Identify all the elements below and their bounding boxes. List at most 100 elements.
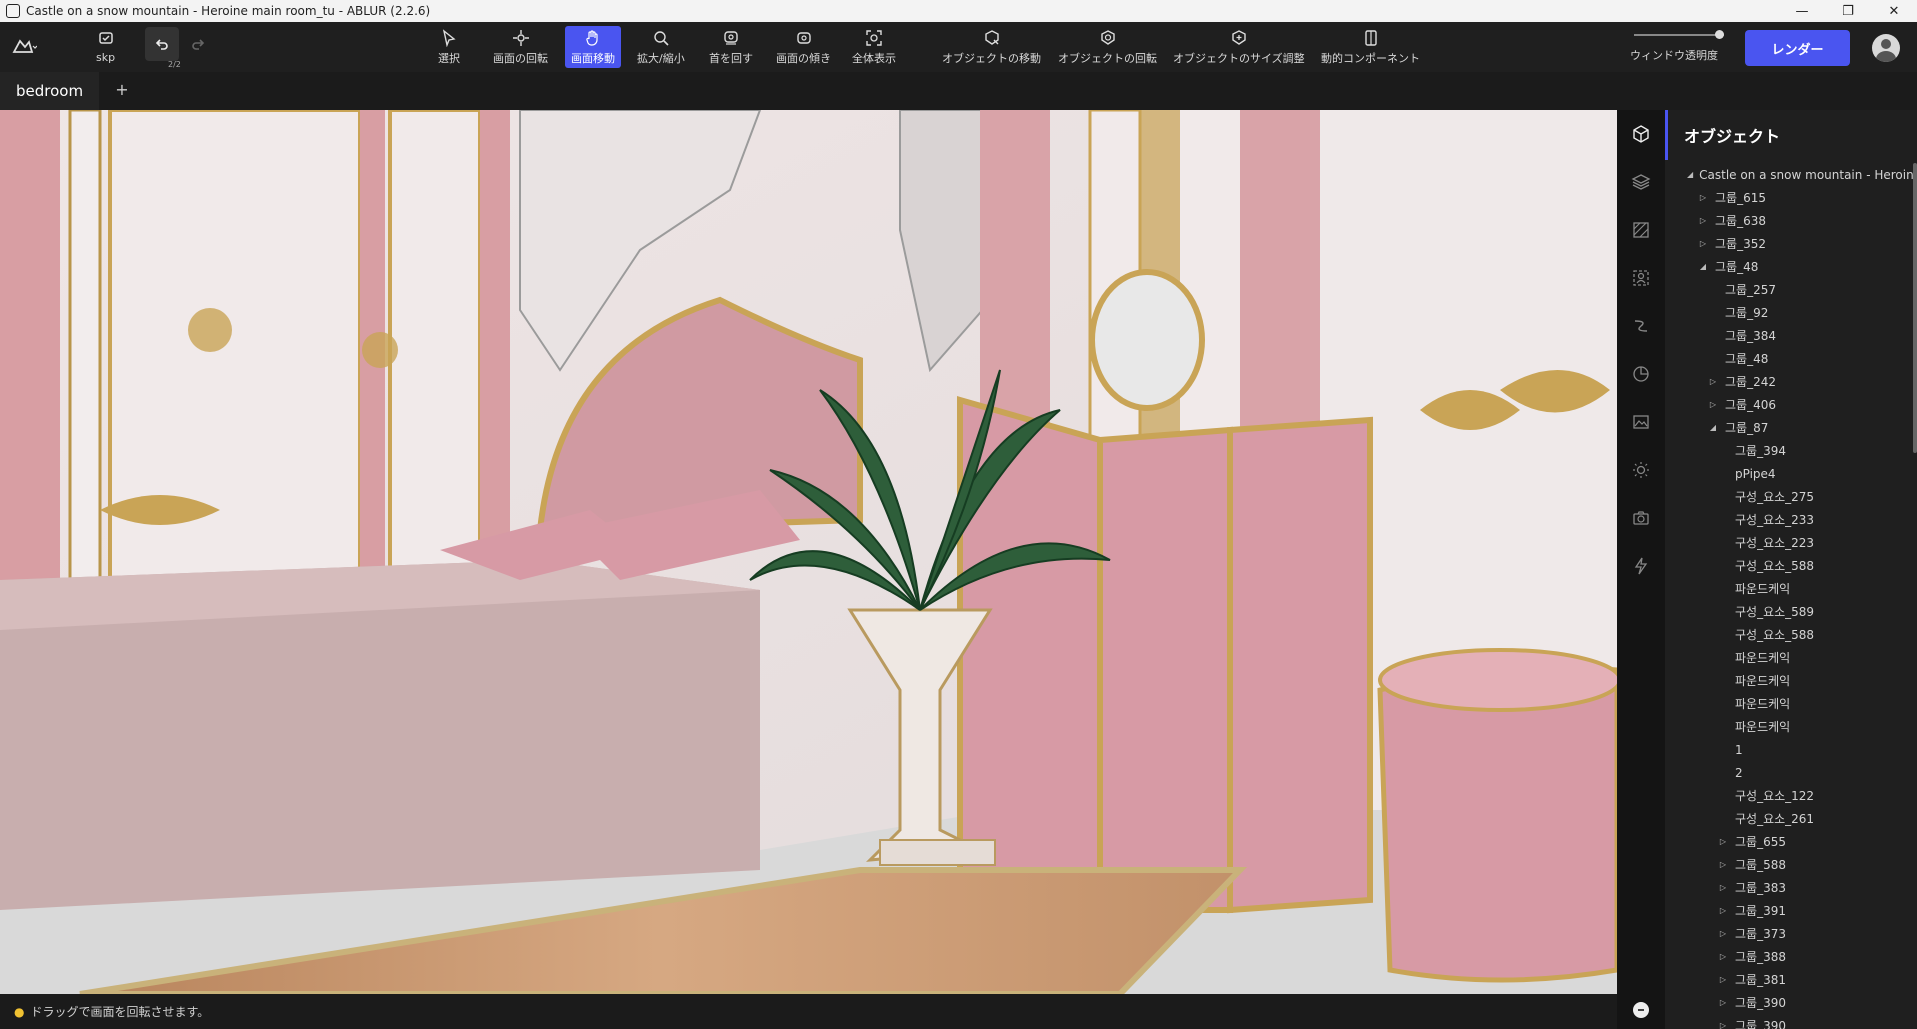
expanded-triangle-icon[interactable]: ◢ — [1707, 423, 1719, 432]
tab-bedroom[interactable]: bedroom — [0, 72, 100, 110]
rotate-object-icon — [1100, 29, 1115, 45]
character-icon[interactable] — [1631, 268, 1651, 288]
maximize-button[interactable]: ❐ — [1825, 4, 1871, 19]
expanded-triangle-icon[interactable]: ◢ — [1687, 170, 1693, 179]
tree-item[interactable]: ▷ 그룹_588 — [1665, 853, 1913, 876]
tree-item[interactable]: ▷ 그룹_391 — [1665, 899, 1913, 922]
tree-item[interactable]: 2 — [1665, 761, 1913, 784]
skp-import-button[interactable]: skp — [90, 26, 121, 68]
path-icon[interactable] — [1631, 316, 1651, 336]
tree-item[interactable]: 구성_요소_589 — [1665, 600, 1913, 623]
tree-item-label: 파운드케익 — [1735, 720, 1791, 734]
tree-item[interactable]: 1 — [1665, 738, 1913, 761]
tree-item[interactable]: 파운드케익 — [1665, 669, 1913, 692]
opacity-slider-handle[interactable] — [1715, 30, 1724, 39]
tree-item[interactable]: 파운드케익 — [1665, 692, 1913, 715]
tool-tilt[interactable]: 画面の傾き — [770, 26, 837, 68]
tree-item[interactable]: ◢ 그룹_48 — [1665, 255, 1913, 278]
camera-icon[interactable] — [1631, 508, 1651, 528]
tree-item[interactable]: ▷ 그룹_655 — [1665, 830, 1913, 853]
tool-dynamic-component[interactable]: 動的コンポーネント — [1315, 26, 1426, 68]
collapsed-triangle-icon[interactable]: ▷ — [1707, 400, 1719, 409]
tree-item[interactable]: ▷ 그룹_383 — [1665, 876, 1913, 899]
collapsed-triangle-icon[interactable]: ▷ — [1697, 216, 1709, 225]
collapsed-triangle-icon[interactable]: ▷ — [1717, 975, 1729, 984]
environment-icon[interactable] — [1631, 364, 1651, 384]
minimize-button[interactable]: — — [1779, 4, 1825, 19]
tree-item[interactable]: 구성_요소_223 — [1665, 531, 1913, 554]
tool-zoom[interactable]: 拡大/縮小 — [631, 26, 691, 68]
chat-support-icon[interactable] — [1631, 1000, 1651, 1020]
close-button[interactable]: ✕ — [1871, 4, 1917, 19]
render-button[interactable]: レンダー — [1745, 30, 1850, 66]
tree-item[interactable]: 구성_요소_275 — [1665, 485, 1913, 508]
app-menu-button[interactable] — [0, 22, 48, 72]
tree-item[interactable]: 그룹_92 — [1665, 301, 1913, 324]
tree-item[interactable]: 파운드케익 — [1665, 646, 1913, 669]
effects-bolt-icon[interactable] — [1631, 556, 1651, 576]
sun-icon[interactable] — [1631, 460, 1651, 480]
tree-item[interactable]: 파운드케익 — [1665, 577, 1913, 600]
tool-rotate-view[interactable]: 画面の回転 — [487, 26, 554, 68]
tree-item[interactable]: ▷ 그룹_373 — [1665, 922, 1913, 945]
collapsed-triangle-icon[interactable]: ▷ — [1717, 860, 1729, 869]
expanded-triangle-icon[interactable]: ◢ — [1697, 262, 1709, 271]
tree-item[interactable]: 그룹_257 — [1665, 278, 1913, 301]
tree-item[interactable]: 파운드케익 — [1665, 715, 1913, 738]
3d-viewport[interactable] — [0, 110, 1617, 994]
tree-item[interactable]: ▷ 그룹_242 — [1665, 370, 1913, 393]
layers-icon[interactable] — [1631, 172, 1651, 192]
tree-item[interactable]: ▷ 그룹_406 — [1665, 393, 1913, 416]
tree-item[interactable]: ▷ 그룹_390 — [1665, 991, 1913, 1014]
tool-select[interactable]: 選択 — [432, 26, 466, 68]
tree-item[interactable]: ▷ 그룹_638 — [1665, 209, 1913, 232]
tree-item[interactable]: ▷ 그룹_390 — [1665, 1014, 1913, 1029]
tool-pan[interactable]: 画面移動 — [565, 26, 621, 68]
tree-item[interactable]: ◢ 그룹_87 — [1665, 416, 1913, 439]
object-cube-icon[interactable] — [1631, 124, 1651, 144]
tool-look-around[interactable]: 首を回す — [703, 26, 759, 68]
collapsed-triangle-icon[interactable]: ▷ — [1717, 1021, 1729, 1029]
collapsed-triangle-icon[interactable]: ▷ — [1707, 377, 1719, 386]
collapsed-triangle-icon[interactable]: ▷ — [1697, 193, 1709, 202]
tree-item-label: 파운드케익 — [1735, 674, 1791, 688]
undo-button[interactable] — [145, 27, 179, 61]
user-avatar[interactable] — [1872, 34, 1900, 62]
tree-item[interactable]: 그룹_394 — [1665, 439, 1913, 462]
collapsed-triangle-icon[interactable]: ▷ — [1697, 239, 1709, 248]
tree-item[interactable]: 그룹_384 — [1665, 324, 1913, 347]
tree-item[interactable]: 구성_요소_588 — [1665, 623, 1913, 646]
object-panel-scrollbar[interactable] — [1913, 163, 1917, 453]
tree-item[interactable]: pPipe4 — [1665, 462, 1913, 485]
tree-item[interactable]: 그룹_48 — [1665, 347, 1913, 370]
collapsed-triangle-icon[interactable]: ▷ — [1717, 929, 1729, 938]
collapsed-triangle-icon[interactable]: ▷ — [1717, 837, 1729, 846]
collapsed-triangle-icon[interactable]: ▷ — [1717, 952, 1729, 961]
tree-item-label: 그룹_384 — [1725, 329, 1776, 343]
tree-item[interactable]: 구성_요소_588 — [1665, 554, 1913, 577]
tree-item[interactable]: ▷ 그룹_381 — [1665, 968, 1913, 991]
window-title-bar: Castle on a snow mountain - Heroine main… — [0, 0, 1917, 22]
add-scene-button[interactable]: + — [112, 80, 132, 100]
tool-fit-all[interactable]: 全体表示 — [846, 26, 902, 68]
tree-item[interactable]: ▷ 그룹_352 — [1665, 232, 1913, 255]
opacity-slider-track[interactable] — [1634, 34, 1724, 36]
collapsed-triangle-icon[interactable]: ▷ — [1717, 998, 1729, 1007]
collapsed-triangle-icon[interactable]: ▷ — [1717, 906, 1729, 915]
tree-item-label: 구성_요소_223 — [1735, 536, 1815, 550]
tree-item[interactable]: 구성_요소_261 — [1665, 807, 1913, 830]
tool-move-object-label: オブジェクトの移動 — [942, 51, 1041, 65]
tree-item[interactable]: 구성_요소_233 — [1665, 508, 1913, 531]
tree-item[interactable]: 구성_요소_122 — [1665, 784, 1913, 807]
tree-item[interactable]: ◢ Castle on a snow mountain - Heroin — [1665, 163, 1914, 186]
zoom-icon — [654, 30, 669, 46]
tree-item[interactable]: ▷ 그룹_388 — [1665, 945, 1913, 968]
tool-move-object[interactable]: オブジェクトの移動 — [936, 26, 1047, 68]
tree-item[interactable]: ▷ 그룹_615 — [1665, 186, 1913, 209]
collapsed-triangle-icon[interactable]: ▷ — [1717, 883, 1729, 892]
material-icon[interactable] — [1631, 220, 1651, 240]
redo-button[interactable] — [181, 27, 215, 61]
tool-scale-object[interactable]: オブジェクトのサイズ調整 — [1167, 26, 1311, 68]
tool-rotate-object[interactable]: オブジェクトの回転 — [1052, 26, 1163, 68]
image-icon[interactable] — [1631, 412, 1651, 432]
